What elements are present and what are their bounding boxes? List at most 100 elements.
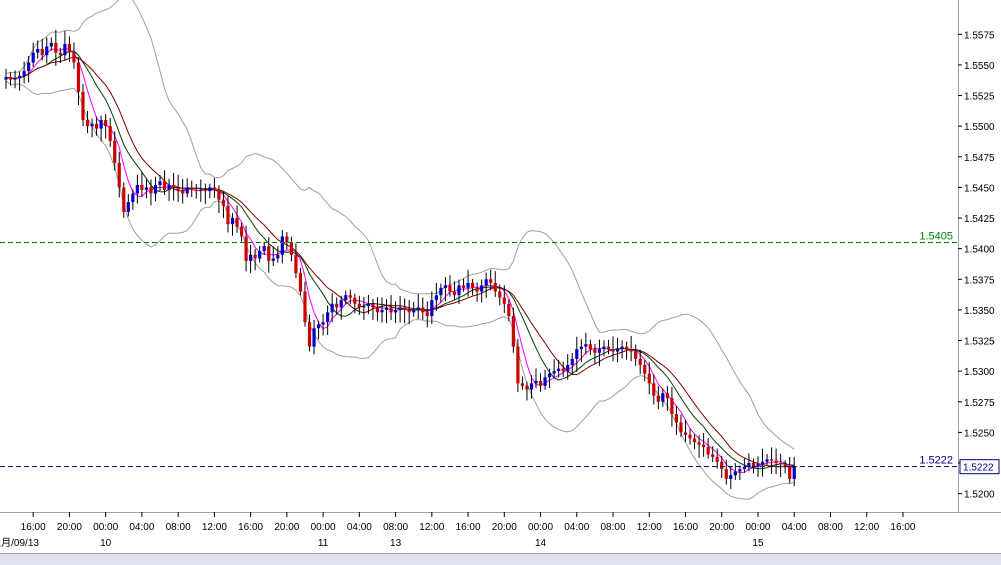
candle-body <box>13 78 17 80</box>
candle-body <box>131 193 135 203</box>
candle-body <box>217 189 221 200</box>
candle-body <box>230 218 235 225</box>
price-tick-label: 1.5525 <box>964 92 995 103</box>
candle-body <box>729 475 733 479</box>
candle-body <box>398 307 402 310</box>
candle-body <box>203 189 207 192</box>
candle-body <box>674 414 679 423</box>
candle-body <box>271 258 275 261</box>
candle-body <box>588 344 592 350</box>
candle-body <box>711 454 715 457</box>
time-tick-label: 16:00 <box>456 522 481 533</box>
candle-body <box>570 358 574 366</box>
date-label: 11 <box>318 538 329 549</box>
candle-body <box>461 285 466 288</box>
candle-body <box>267 246 271 261</box>
price-tick-label: 1.5575 <box>964 30 995 41</box>
candle-body <box>403 307 407 310</box>
candle-body <box>606 346 611 350</box>
time-tick-label: 00:00 <box>528 522 553 533</box>
candle-body <box>656 395 660 402</box>
price-tick-label: 1.5375 <box>964 275 995 286</box>
candle-body <box>502 297 506 304</box>
candle-body <box>40 48 44 56</box>
candle-body <box>615 349 620 352</box>
date-label: 五月/09/13 <box>0 537 39 549</box>
candle-body <box>421 307 425 313</box>
price-tick-label: 1.5350 <box>964 306 995 317</box>
candle-body <box>520 383 525 386</box>
candle-body <box>643 365 647 374</box>
candle-body <box>185 187 189 194</box>
candle-body <box>416 307 420 310</box>
time-tick-label: 20:00 <box>709 522 734 533</box>
time-tick-label: 04:00 <box>782 522 807 533</box>
candle-body <box>788 466 792 479</box>
candle-body <box>162 181 167 190</box>
candle-body <box>584 344 588 347</box>
candle-body <box>362 306 366 308</box>
candle-body <box>253 254 257 259</box>
candle-body <box>167 184 171 190</box>
candle-body <box>769 459 774 461</box>
candle-body <box>249 254 253 261</box>
candle-body <box>475 287 479 292</box>
time-tick-label: 08:00 <box>818 522 843 533</box>
scrollbar-track[interactable] <box>0 553 1001 565</box>
candle-body <box>380 309 384 313</box>
time-tick-label: 08:00 <box>166 522 191 533</box>
candle-body <box>126 202 130 212</box>
candle-body <box>412 309 416 313</box>
time-tick-label: 20:00 <box>57 522 82 533</box>
candle-body <box>280 236 284 255</box>
candle-body <box>516 346 520 384</box>
candle-body <box>36 48 40 53</box>
candle-body <box>548 373 552 378</box>
candle-body <box>4 77 8 80</box>
candle-body <box>407 309 411 313</box>
time-tick-label: 00:00 <box>745 522 770 533</box>
candle-body <box>113 140 117 163</box>
candle-body <box>652 383 656 396</box>
candle-body <box>158 181 162 185</box>
candle-body <box>561 368 565 372</box>
candle-body <box>31 52 35 63</box>
date-label: 15 <box>752 538 764 549</box>
current-price-label: 1.5222 <box>963 463 994 474</box>
price-tick-label: 1.5325 <box>964 337 995 348</box>
candle-body <box>375 307 380 313</box>
candle-body <box>326 312 330 323</box>
candle-body <box>135 184 139 194</box>
candle-body <box>262 246 266 252</box>
price-tick-label: 1.5300 <box>964 367 995 378</box>
candle-body <box>724 469 728 479</box>
candle-body <box>779 463 783 465</box>
candle-body <box>765 459 769 462</box>
candle-body <box>493 282 497 292</box>
candle-body <box>575 349 579 359</box>
candle-body <box>484 279 488 286</box>
candle-body <box>8 77 13 80</box>
price-tick-label: 1.5450 <box>964 183 995 194</box>
candle-body <box>72 52 76 63</box>
candle-body <box>470 282 475 288</box>
candle-body <box>190 187 194 190</box>
candle-body <box>172 184 176 188</box>
candle-body <box>498 291 502 298</box>
candle-body <box>199 189 203 192</box>
candle-body <box>706 447 710 455</box>
candle-body <box>511 316 515 347</box>
candle-body <box>285 236 289 243</box>
time-tick-label: 12:00 <box>202 522 227 533</box>
candle-body <box>321 322 325 325</box>
time-tick-label: 12:00 <box>854 522 879 533</box>
candle-body <box>117 162 121 188</box>
time-tick-label: 16:00 <box>673 522 698 533</box>
candle-body <box>425 312 429 317</box>
price-tick-label: 1.5275 <box>964 398 995 409</box>
candle-body <box>661 393 665 402</box>
candle-body <box>466 282 470 288</box>
time-tick-label: 16:00 <box>890 522 915 533</box>
time-tick-label: 12:00 <box>419 522 444 533</box>
candle-body <box>692 438 697 443</box>
